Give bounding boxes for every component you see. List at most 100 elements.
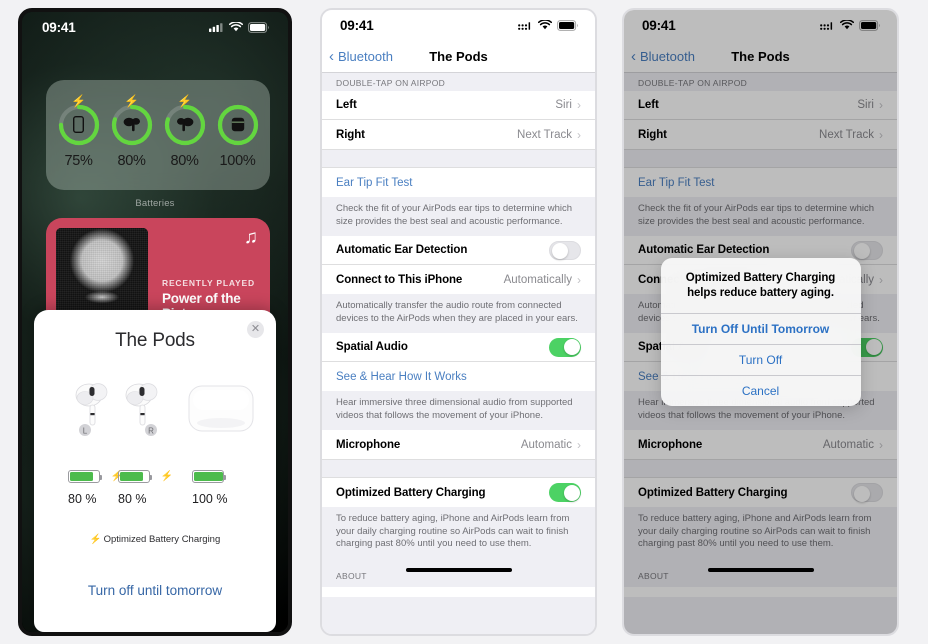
row-value: Siri [555, 99, 572, 111]
row-right: Automatic › [521, 439, 581, 451]
airpods-illustrations: L R [34, 374, 276, 454]
spatial-audio-group: Spatial Audio See & Hear How It Works [322, 333, 595, 392]
music-kicker: RECENTLY PLAYED [162, 278, 255, 288]
cellular-bars-icon [518, 22, 531, 30]
about-bar: ABOUT [322, 558, 595, 587]
row-label: See & Hear How It Works [336, 370, 467, 383]
row-left[interactable]: Left Siri › [322, 91, 595, 120]
home-indicator[interactable] [405, 567, 512, 572]
airpod-right-icon [162, 102, 208, 148]
row-label: Right [336, 128, 365, 141]
about-label: ABOUT [336, 570, 367, 581]
optimized-battery-charging-toggle[interactable] [549, 483, 581, 503]
close-icon[interactable]: ✕ [247, 321, 264, 338]
row-microphone[interactable]: Microphone Automatic › [322, 430, 595, 460]
phone-lockscreen: 09:41 ⚡ 75% ⚡ 80% ⚡ 80% 100% Batteries ♫… [18, 8, 292, 636]
row-right: Automatically › [504, 274, 581, 286]
status-bar: 09:41 [22, 12, 288, 42]
status-time: 09:41 [340, 17, 374, 33]
status-time: 09:41 [42, 19, 76, 35]
row-ear-tip-fit-test[interactable]: Ear Tip Fit Test [322, 168, 595, 197]
row-label: Microphone [336, 438, 401, 451]
row-connect-to-iphone[interactable]: Connect to This iPhone Automatically › [322, 265, 595, 295]
battery-percent: 80% [117, 152, 146, 169]
alert-cancel-button[interactable]: Cancel [660, 374, 861, 406]
right-airpod-image: R [122, 378, 164, 455]
battery-percent: 75% [64, 152, 93, 169]
iphone-icon [56, 102, 102, 148]
phone-settings-alert: 09:41 ‹ Bluetooth The Pods DOUBLE-TAP ON… [622, 8, 899, 636]
battery-ring [215, 102, 261, 148]
optimized-charging-note: ⚡ Optimized Battery Charging [34, 534, 276, 545]
detection-group: Automatic Ear Detection Connect to This … [322, 236, 595, 295]
row-automatic-ear-detection[interactable]: Automatic Ear Detection [322, 236, 595, 266]
automatic-ear-detection-toggle[interactable] [549, 240, 581, 260]
battery-ring: ⚡ [162, 95, 208, 148]
airpods-battery-sheet: ✕ The Pods L R ⚡ 80 % ⚡ 80 % 100 % ⚡ Opt… [34, 310, 276, 632]
row-label: Optimized Battery Charging [336, 486, 486, 499]
row-optimized-battery-charging[interactable]: Optimized Battery Charging [322, 478, 595, 508]
left-airpod-battery: ⚡ 80 % [68, 468, 123, 506]
spatial-footnote: Hear immersive three dimensional audio f… [322, 391, 595, 431]
airpods-case-icon [215, 102, 261, 148]
chevron-right-icon: › [577, 437, 581, 452]
lockscreen: 09:41 ⚡ 75% ⚡ 80% ⚡ 80% 100% Batteries ♫… [22, 12, 288, 632]
cellular-bars-icon [209, 23, 223, 32]
bolt-icon: ⚡ [89, 534, 102, 545]
back-label: Bluetooth [338, 48, 393, 64]
row-right: Next Track › [517, 129, 581, 141]
battery-item: ⚡ 80% [107, 95, 157, 169]
optimized-charging-label: Optimized Battery Charging [103, 534, 221, 545]
screenshot-stage: 09:41 ⚡ 75% ⚡ 80% ⚡ 80% 100% Batteries ♫… [0, 0, 928, 644]
ear-tip-footnote: Check the fit of your AirPods ear tips t… [322, 197, 595, 237]
music-note-icon: ♫ [243, 227, 258, 248]
back-button[interactable]: ‹ Bluetooth [329, 49, 393, 64]
status-bar: 09:41 [322, 10, 595, 40]
chevron-right-icon: › [577, 272, 581, 287]
turn-off-until-tomorrow-button[interactable]: Turn off until tomorrow [34, 583, 276, 598]
airpods-case-battery: 100 % [192, 468, 227, 506]
svg-text:R: R [148, 427, 154, 436]
left-airpod-image: L [72, 378, 114, 455]
sheet-title: The Pods [115, 330, 195, 351]
optimized-charging-group: Optimized Battery Charging [322, 478, 595, 508]
connect-footnote: Automatically transfer the audio route f… [322, 294, 595, 334]
spatial-audio-toggle[interactable] [549, 337, 581, 357]
battery-bar-icon [118, 470, 152, 484]
row-value: Next Track [517, 128, 572, 141]
battery-item: ⚡ 75% [54, 95, 104, 169]
row-spatial-audio[interactable]: Spatial Audio [322, 333, 595, 363]
alert-turn-off-until-tomorrow-button[interactable]: Turn Off Until Tomorrow [660, 312, 861, 344]
chevron-right-icon: › [577, 98, 581, 112]
alert-turn-off-button[interactable]: Turn Off [660, 343, 861, 375]
row-value: Automatically [503, 273, 572, 286]
battery-bar-icon [68, 470, 102, 484]
section-header-doubletap: DOUBLE-TAP ON AIRPOD [322, 73, 595, 91]
svg-text:L: L [83, 427, 88, 436]
sheet-battery-levels: ⚡ 80 % ⚡ 80 % 100 % [34, 468, 276, 524]
airpods-settings-screen-dimmed: 09:41 ‹ Bluetooth The Pods DOUBLE-TAP ON… [624, 10, 897, 634]
battery-icon [248, 21, 270, 33]
row-value: Automatic [520, 438, 572, 451]
row-right-airpod[interactable]: Right Next Track › [322, 120, 595, 149]
chevron-right-icon: › [577, 127, 581, 142]
optimized-charging-alert: Optimized Battery Charging helps reduce … [660, 258, 861, 406]
row-label: Left [336, 99, 357, 111]
status-icons [518, 19, 579, 31]
chevron-left-icon: ‹ [329, 47, 334, 65]
battery-percent: 80 % [118, 492, 147, 506]
battery-percent: 80 % [68, 492, 97, 506]
battery-percent: 80% [170, 152, 199, 169]
battery-percent: 100 % [192, 492, 228, 506]
battery-bar-icon [192, 470, 226, 484]
obc-footnote: To reduce battery aging, iPhone and AirP… [322, 507, 595, 559]
airpod-left-icon [109, 102, 155, 148]
battery-icon [557, 19, 579, 31]
batteries-widget[interactable]: ⚡ 75% ⚡ 80% ⚡ 80% 100% [46, 80, 270, 190]
row-see-hear-how-it-works[interactable]: See & Hear How It Works [322, 362, 595, 392]
doubletap-group: Left Siri › Right Next Track › [322, 91, 595, 149]
status-icons [209, 21, 270, 33]
airpods-settings-screen: 09:41 ‹ Bluetooth The Pods DOUBLE-TAP ON… [322, 10, 595, 634]
bolt-icon: ⚡ [160, 471, 173, 483]
battery-percent: 100% [219, 152, 256, 169]
